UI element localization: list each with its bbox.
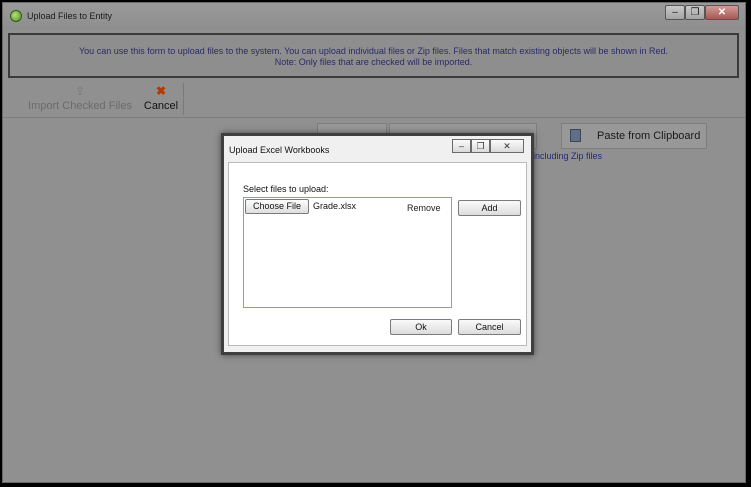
- info-line-1: You can use this form to upload files to…: [79, 46, 668, 56]
- add-button[interactable]: Add: [458, 200, 521, 216]
- info-line-2: Note: Only files that are checked will b…: [274, 57, 473, 67]
- app-icon: [10, 10, 22, 22]
- maximize-button[interactable]: ❐: [685, 5, 705, 20]
- info-panel: You can use this form to upload files to…: [8, 33, 739, 78]
- clipboard-icon: [570, 129, 581, 142]
- file-list[interactable]: Choose File Grade.xlsx Remove: [243, 197, 452, 308]
- close-button[interactable]: ✕: [705, 5, 739, 20]
- dialog-title: Upload Excel Workbooks: [229, 145, 330, 155]
- dialog-cancel-button[interactable]: Cancel: [458, 319, 521, 335]
- import-checked-files-button[interactable]: ⇪ Import Checked Files: [21, 81, 139, 112]
- paste-label: Paste from Clipboard: [597, 130, 701, 142]
- cancel-toolbar-button[interactable]: ✖ Cancel: [141, 81, 181, 112]
- zip-files-text: including Zip files: [533, 151, 603, 161]
- dialog-maximize-button[interactable]: ❐: [471, 139, 490, 153]
- selected-file-name: Grade.xlsx: [313, 201, 357, 211]
- dialog-close-button[interactable]: ✕: [490, 139, 524, 153]
- upload-icon: ⇪: [74, 84, 86, 98]
- x-icon: ✖: [155, 84, 167, 98]
- window-title: Upload Files to Entity: [27, 11, 113, 21]
- cancel-toolbar-label: Cancel: [143, 100, 179, 112]
- import-label: Import Checked Files: [28, 100, 132, 112]
- select-files-label: Select files to upload:: [243, 184, 329, 194]
- toolbar-separator: [183, 83, 184, 115]
- ok-button[interactable]: Ok: [390, 319, 452, 335]
- choose-file-button[interactable]: Choose File: [245, 199, 309, 214]
- remove-file-link[interactable]: Remove: [407, 203, 441, 213]
- minimize-button[interactable]: –: [665, 5, 685, 20]
- title-bar[interactable]: Upload Files to Entity – ❐ ✕: [3, 3, 745, 29]
- toolbar: ⇪ Import Checked Files ✖ Cancel: [3, 81, 745, 118]
- upload-dialog: Upload Excel Workbooks – ❐ ✕ Select file…: [221, 133, 534, 355]
- main-window: Upload Files to Entity – ❐ ✕ You can use…: [2, 2, 746, 483]
- dialog-minimize-button[interactable]: –: [452, 139, 471, 153]
- paste-from-clipboard-button: Paste from Clipboard: [561, 123, 707, 149]
- dialog-body: Select files to upload: Choose File Grad…: [228, 162, 527, 346]
